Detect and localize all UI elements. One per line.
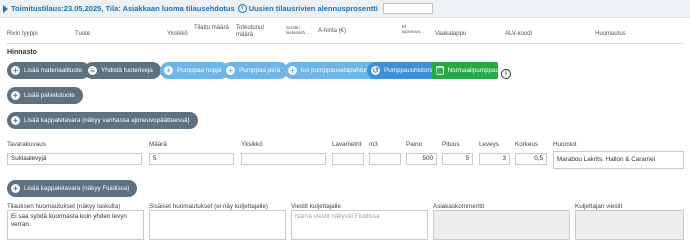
add-material-product-button[interactable]: + Lisää materiaalituote <box>7 62 91 79</box>
quantity-input[interactable]: 5 <box>149 153 234 165</box>
height-input[interactable]: 0,5 <box>515 153 547 165</box>
pricing-section-title: Hinnasto <box>7 49 37 56</box>
length-input[interactable]: 5 <box>442 153 473 165</box>
label-length: Pituus <box>442 141 460 148</box>
col-note: Huomautus <box>595 31 626 37</box>
add-piece-goods-fluid-button[interactable]: + Lisää kappaletavara (näkyy Fluidissa) <box>7 180 138 197</box>
add-piece-goods-button[interactable]: + Lisää kappaletavara (näkyy vanhassa ajo… <box>7 112 198 129</box>
label-driver-notes: Kuljettajan viestit <box>575 203 623 210</box>
order-note-textarea[interactable]: Ei saa syödä kuormasta kuin yhden levyn … <box>7 210 144 240</box>
label-driver-messages: Viestit kuljettajalle <box>291 203 341 210</box>
order-title: Toimitustilaus:23.05.2025, Tila: Asiakka… <box>11 4 235 13</box>
col-agreed-price: Sovittu laskutush... <box>286 25 309 35</box>
layers-icon: ≡ <box>88 66 97 75</box>
add-service-product-button[interactable]: + Lisää palvelutuote <box>7 87 83 104</box>
combine-rows-button[interactable]: ≡ Yhdistä tuoteriveja <box>84 62 161 79</box>
pump-nozzle-button[interactable]: + Pumppaa nuppi <box>160 62 230 79</box>
label-weight: Paino <box>406 141 423 148</box>
info-icon[interactable]: i <box>237 4 247 13</box>
discount-percent-input[interactable] <box>382 3 433 14</box>
col-realized-qty: Toteutunut määrä <box>236 25 265 38</box>
col-unit: Yksikkö <box>167 31 188 37</box>
plus-icon: + <box>11 116 20 125</box>
normal-pump-button[interactable]: ▦ Normaalipumppaus <box>432 62 502 79</box>
description-input[interactable]: Suklaalevyjä <box>7 153 142 165</box>
plus-icon: + <box>164 66 173 75</box>
new-rows-discount-label: Uusien tilausrivien alennusprosentti <box>248 4 378 13</box>
col-scale: Vaakalappu <box>435 31 467 37</box>
calculator-icon: ▦ <box>436 65 444 75</box>
label-order-note: Tilauksen huomautukset (näkyy laskulla) <box>7 203 121 210</box>
label-customer-comment: Asiakaskommentti <box>433 203 485 210</box>
plus-icon: + <box>11 91 20 100</box>
col-product: Tuote <box>75 31 91 37</box>
m3-input[interactable] <box>369 153 401 165</box>
order-rows-header: Rivin tyyppi Tuote Yksikkö Tilattu määrä… <box>0 22 690 42</box>
label-notes: Huomiot <box>553 141 577 148</box>
plus-icon: + <box>226 66 235 75</box>
driver-messages-textarea[interactable]: Nämä viestit näkyvät Fluidissa <box>291 210 428 240</box>
weight-input[interactable]: 500 <box>406 153 437 165</box>
col-vat: ALV-koodi <box>505 31 532 37</box>
label-description: Tavarakuvaus <box>7 141 46 148</box>
pump-info-icon[interactable]: i <box>501 69 511 79</box>
label-internal-note: Sisäiset huomautukset (ei näy kuljettaja… <box>149 203 269 210</box>
col-unit-price: A-hinta (€) <box>318 28 347 34</box>
label-pallet-meters: Lavametrit <box>332 141 362 148</box>
label-unit: Yksikkö <box>241 141 263 148</box>
unit-input[interactable] <box>241 153 326 165</box>
header-divider <box>6 43 684 44</box>
driver-notes-textarea <box>575 210 684 240</box>
col-ajoneuvo: El ajoneuvo... <box>402 24 425 34</box>
label-quantity: Määrä <box>149 141 167 148</box>
pallet-meters-input[interactable] <box>332 153 364 165</box>
plus-icon: + <box>288 66 297 75</box>
order-title-bar: Toimitustilaus:23.05.2025, Tila: Asiakka… <box>0 0 690 18</box>
plus-icon: + <box>11 184 20 193</box>
history-icon: ↺ <box>371 65 380 75</box>
customer-comment-textarea <box>433 210 570 240</box>
collapse-caret-icon[interactable] <box>3 4 8 13</box>
internal-note-textarea[interactable] <box>149 210 286 240</box>
width-input[interactable]: 3 <box>479 153 510 165</box>
notes-input[interactable]: Marabou Lakrits, Hallon & Caramel <box>553 151 684 169</box>
label-width: Leveys <box>479 141 499 148</box>
label-height: Korkeus <box>515 141 539 148</box>
label-m3: m3 <box>369 141 378 148</box>
col-ordered-qty: Tilattu määrä <box>194 25 229 31</box>
plus-icon: + <box>11 66 20 75</box>
pump-rear-button[interactable]: + Pumppaa perä <box>222 62 289 79</box>
col-row-type: Rivin tyyppi <box>7 31 38 37</box>
